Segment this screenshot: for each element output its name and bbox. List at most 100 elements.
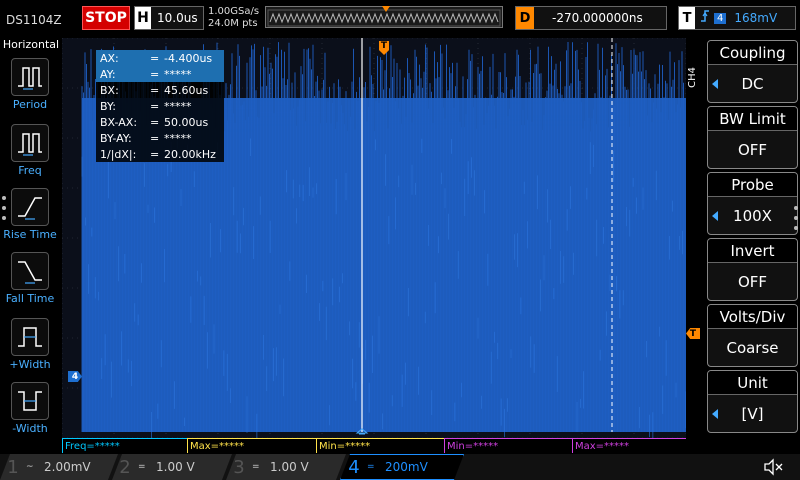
trigger-box[interactable]: T 4 168mV [678, 6, 796, 30]
measure-fall-time-button[interactable]: Fall Time [0, 252, 60, 305]
menu-value-text: OFF [737, 141, 768, 159]
measurement-item[interactable]: Max=***** [187, 438, 316, 453]
menu-title: Coupling [708, 41, 797, 65]
menu-title: BW Limit [708, 107, 797, 131]
menu-title: Invert [708, 239, 797, 263]
channel-3-status[interactable]: 3 = 1.00 V [226, 454, 346, 480]
measure-rise-time-button[interactable]: Rise Time [0, 188, 60, 241]
menu-title: Unit [708, 371, 797, 395]
model-name: DS1104Z [6, 13, 62, 27]
cursor-eq: = [150, 83, 160, 97]
volts-div-button[interactable]: Volts/Div Coarse [707, 304, 798, 367]
cursor-row: BY: = ***** [96, 98, 224, 114]
cursor-value: ***** [164, 131, 192, 145]
measurement-text: Max=***** [190, 440, 245, 452]
cursor-eq: = [150, 67, 160, 81]
cursor-row: BX: = 45.60us [96, 82, 224, 98]
speaker-muted-icon[interactable] [762, 458, 784, 476]
menu-value-text: DC [741, 75, 764, 93]
rising-edge-icon [700, 9, 710, 27]
cursor-row: BY-AY: = ***** [96, 130, 224, 146]
channel-scale: 1.00 V [270, 460, 309, 474]
channel-scale: 2.00mV [44, 460, 91, 474]
measure-period-button[interactable]: Period [0, 58, 60, 111]
menu-value: OFF [708, 263, 797, 300]
timebase-value: 10.0us [157, 11, 198, 25]
menu-value-text: Coarse [726, 339, 779, 357]
menu-value: Coarse [708, 329, 797, 366]
period-icon [11, 58, 49, 96]
fall-time-label: Fall Time [5, 292, 55, 305]
channel-2-status[interactable]: 2 = 1.00 V [112, 454, 232, 480]
channel-4-status[interactable]: 4 = 200mV [340, 454, 464, 480]
freq-label: Freq [18, 164, 42, 177]
cursor-row: AY: = ***** [96, 66, 224, 82]
menu-title: Volts/Div [708, 305, 797, 329]
cursor-eq: = [150, 99, 160, 113]
trigger-label: T [679, 7, 695, 29]
page-indicator-dot [794, 226, 798, 230]
cursor-key: BY: [100, 99, 116, 113]
measurement-text: Min=***** [447, 440, 499, 452]
measure-neg-width-button[interactable]: -Width [0, 382, 60, 435]
memory-depth: 24.0M pts [208, 18, 258, 29]
trigger-level: 168mV [734, 11, 778, 25]
menu-value-text: OFF [737, 273, 768, 291]
top-status-bar: DS1104Z STOP H 10.0us 1.00GSa/s 24.0M pt… [0, 0, 800, 38]
measurement-text: Freq=***** [65, 440, 120, 452]
cursor-readout: AX: = -4.400us AY: = ***** BX: = 45.60us BY: = *… [96, 50, 224, 162]
unit-button[interactable]: Unit [V] [707, 370, 798, 433]
measurement-bar: Freq=***** Max=***** Min=***** Min=*****… [62, 438, 686, 454]
bw-limit-button[interactable]: BW Limit OFF [707, 106, 798, 169]
pos-width-label: +Width [9, 358, 51, 371]
cursor-value: ***** [164, 99, 192, 113]
channel-menu-tag: CH4 [687, 67, 698, 88]
sample-rate: 1.00GSa/s [208, 6, 260, 17]
rise-time-label: Rise Time [3, 228, 57, 241]
waveform-display[interactable]: AX: = -4.400us AY: = ***** BX: = 45.60us BY: = *… [62, 38, 686, 438]
trigger-level-marker[interactable]: T [686, 328, 700, 339]
cursor-value: -4.400us [164, 51, 213, 65]
channel-1-status[interactable]: 1 ~ 2.00mV [0, 454, 118, 480]
measurement-item[interactable]: Min=***** [444, 438, 572, 453]
coupling-icon: = [252, 462, 260, 472]
cursor-eq: = [150, 131, 160, 145]
channel-scale: 200mV [385, 460, 428, 474]
panel-title: Horizontal [2, 38, 60, 51]
cursor-key: AX: [100, 51, 119, 65]
cursor-key: 1/|dX|: [100, 147, 137, 161]
run-stop-indicator[interactable]: STOP [82, 6, 130, 30]
memory-overview-strip[interactable] [265, 6, 503, 28]
page-indicator-dot [2, 216, 6, 220]
measurement-item[interactable]: Max=***** [572, 438, 686, 453]
channel-scale: 1.00 V [156, 460, 195, 474]
neg-width-icon [11, 382, 49, 420]
coupling-button[interactable]: Coupling DC [707, 40, 798, 103]
coupling-icon: ~ [26, 462, 34, 472]
left-arrow-icon [712, 79, 718, 89]
cursor-row: AX: = -4.400us [96, 50, 224, 66]
timebase-label: H [135, 7, 151, 29]
measurement-text: Max=***** [575, 440, 630, 452]
measure-pos-width-button[interactable]: +Width [0, 318, 60, 371]
delay-label: D [516, 7, 534, 29]
page-indicator-dot [2, 196, 6, 200]
timebase-box[interactable]: H 10.0us [134, 6, 204, 30]
fall-time-icon [11, 252, 49, 290]
probe-button[interactable]: Probe 100X [707, 172, 798, 235]
measure-freq-button[interactable]: Freq [0, 124, 60, 177]
cursor-value: 50.00us [164, 115, 209, 129]
measurement-item[interactable]: Freq=***** [62, 438, 187, 453]
freq-icon [11, 124, 49, 162]
coupling-icon: = [367, 462, 375, 472]
rise-time-icon [11, 188, 49, 226]
trigger-channel: 4 [714, 12, 727, 24]
delay-box[interactable]: D -270.000000ns [515, 6, 667, 30]
invert-button[interactable]: Invert OFF [707, 238, 798, 301]
neg-width-label: -Width [12, 422, 48, 435]
measurement-item[interactable]: Min=***** [316, 438, 444, 453]
cursor-row: BX-AX: = 50.00us [96, 114, 224, 130]
left-arrow-icon [712, 211, 718, 221]
cursor-key: BX-AX: [100, 115, 138, 129]
cursor-eq: = [150, 115, 160, 129]
